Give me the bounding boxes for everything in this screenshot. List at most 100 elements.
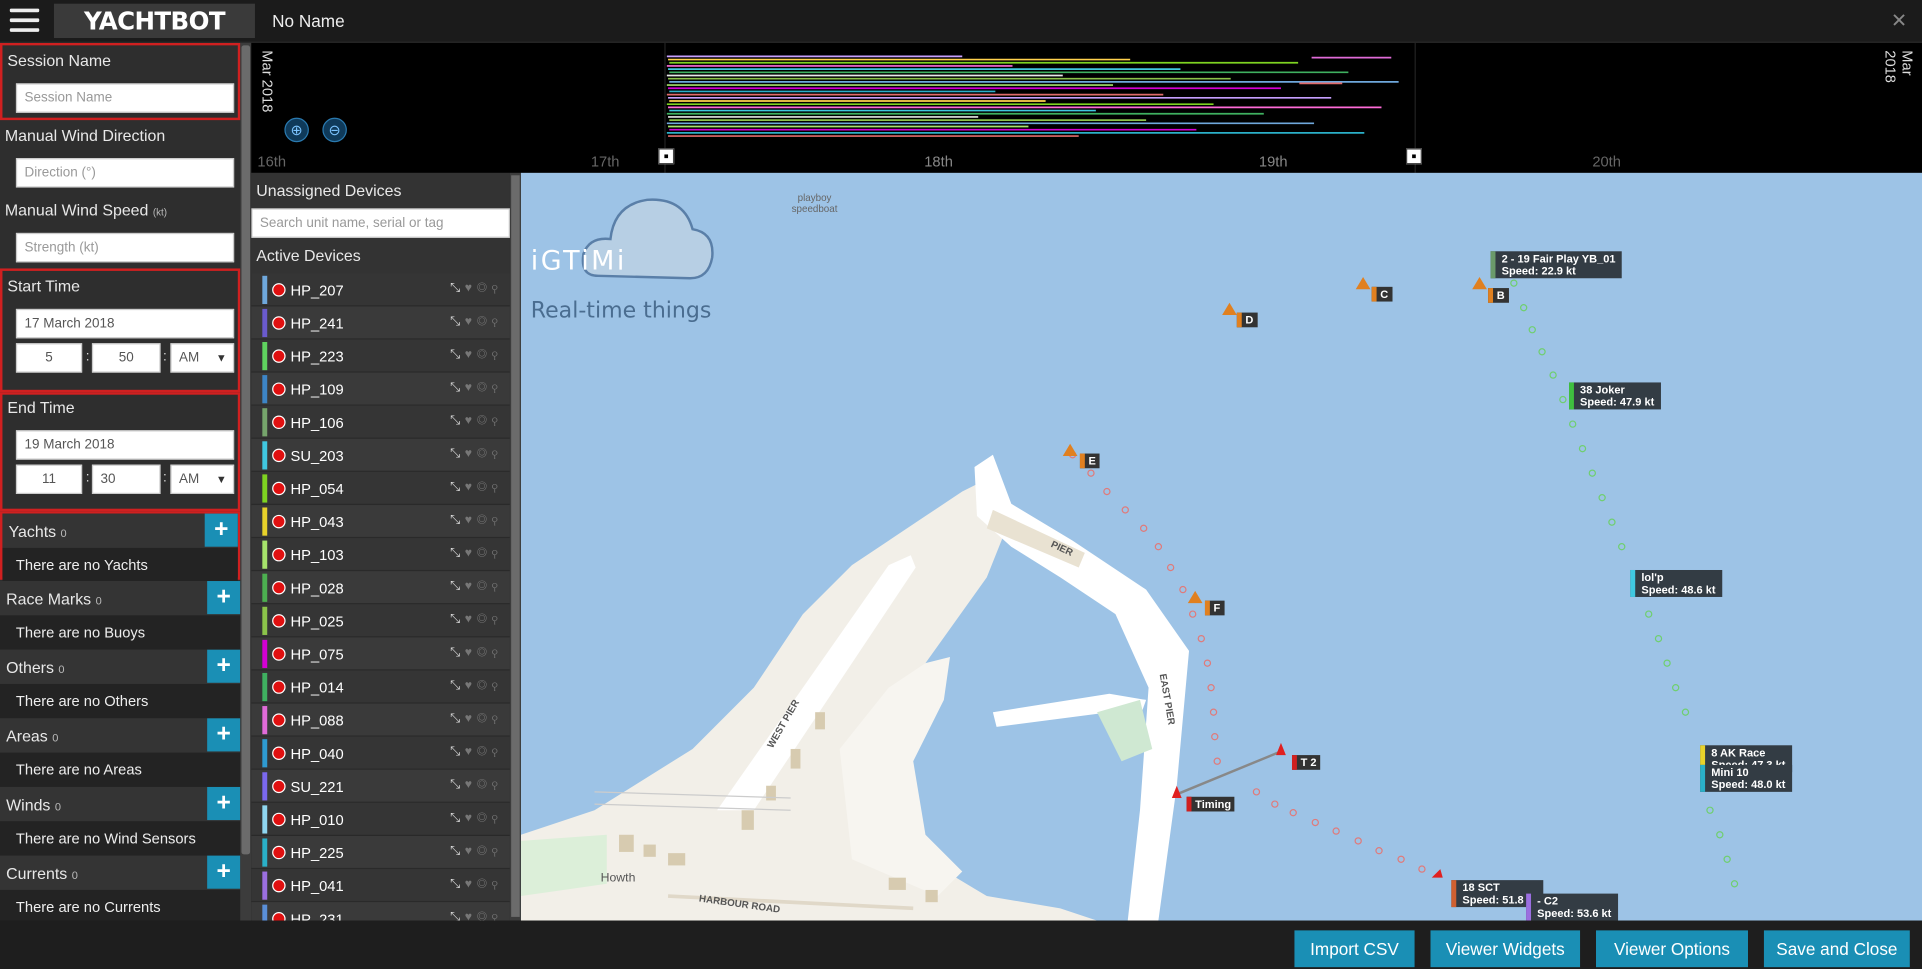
timeline-end-handle[interactable] [1405,148,1422,165]
link-icon[interactable]: ⤡ [450,845,465,858]
link-icon[interactable]: ⤡ [450,315,465,328]
target-icon[interactable]: ◎ [477,447,492,460]
device-row[interactable]: HP_207 ⤡♥◎⚲ [251,273,510,307]
link-icon[interactable]: ⤡ [450,911,465,921]
device-row[interactable]: HP_054 ⤡♥◎⚲ [251,471,510,506]
link-icon[interactable]: ⤡ [450,447,465,460]
device-row[interactable]: HP_025 ⤡♥◎⚲ [251,604,510,638]
pin-icon[interactable]: ⚲ [492,315,503,328]
pin-icon[interactable]: ⚲ [492,547,503,560]
start-minute-input[interactable]: 50 [91,343,161,373]
mark-timing[interactable]: Timing [1186,796,1235,812]
pin-icon[interactable]: ⚲ [492,348,503,361]
add-race-mark-button[interactable]: + [207,581,241,615]
link-icon[interactable]: ⤡ [450,646,465,659]
pin-icon[interactable]: ⚲ [492,613,503,626]
heart-icon[interactable]: ♥ [465,811,477,824]
session-name-input[interactable]: Session Name [15,83,235,113]
pin-icon[interactable]: ⚲ [492,282,503,295]
mark-d[interactable]: D [1236,312,1258,328]
link-icon[interactable]: ⤡ [450,348,465,361]
import-csv-button[interactable]: Import CSV [1294,930,1415,968]
target-icon[interactable]: ◎ [477,712,492,725]
boat-c2[interactable]: - C2 Speed: 53.6 kt [1526,893,1618,921]
pin-icon[interactable]: ⚲ [492,447,503,460]
link-icon[interactable]: ⤡ [450,745,465,758]
pin-icon[interactable]: ⚲ [492,514,503,527]
device-row[interactable]: HP_088 ⤡♥◎⚲ [251,703,510,737]
target-icon[interactable]: ◎ [477,282,492,295]
device-row[interactable]: HP_106 ⤡♥◎⚲ [251,405,510,439]
link-icon[interactable]: ⤡ [450,547,465,560]
target-icon[interactable]: ◎ [477,381,492,394]
target-icon[interactable]: ◎ [477,646,492,659]
mark-c[interactable]: C [1371,286,1392,302]
heart-icon[interactable]: ♥ [465,878,477,891]
boat-fair-play[interactable]: 2 - 19 Fair Play YB_01 Speed: 22.9 kt [1490,251,1622,279]
wind-direction-input[interactable]: Direction (°) [15,158,235,188]
pin-icon[interactable]: ⚲ [492,481,503,494]
heart-icon[interactable]: ♥ [465,414,477,427]
heart-icon[interactable]: ♥ [465,547,477,560]
heart-icon[interactable]: ♥ [465,845,477,858]
pin-icon[interactable]: ⚲ [492,646,503,659]
timeline-start-handle[interactable] [658,148,675,165]
boat-mini-10[interactable]: Mini 10 Speed: 48.0 kt [1700,764,1792,792]
device-row[interactable]: HP_041 ⤡♥◎⚲ [251,869,510,903]
menu-icon[interactable] [9,8,40,34]
heart-icon[interactable]: ♥ [465,646,477,659]
target-icon[interactable]: ◎ [477,613,492,626]
pin-icon[interactable]: ⚲ [492,811,503,824]
end-minute-input[interactable]: 30 [91,464,161,494]
start-date-input[interactable]: 17 March 2018 [15,308,235,339]
link-icon[interactable]: ⤡ [450,282,465,295]
heart-icon[interactable]: ♥ [465,315,477,328]
link-icon[interactable]: ⤡ [450,878,465,891]
device-row[interactable]: HP_231 ⤡♥◎⚲ [251,902,510,921]
save-and-close-button[interactable]: Save and Close [1763,930,1910,968]
heart-icon[interactable]: ♥ [465,745,477,758]
link-icon[interactable]: ⤡ [450,580,465,593]
device-row[interactable]: HP_010 ⤡♥◎⚲ [251,802,510,836]
pin-icon[interactable]: ⚲ [492,679,503,692]
device-row[interactable]: HP_040 ⤡♥◎⚲ [251,736,510,770]
mark-f[interactable]: F [1204,600,1224,616]
link-icon[interactable]: ⤡ [450,381,465,394]
heart-icon[interactable]: ♥ [465,381,477,394]
link-icon[interactable]: ⤡ [450,613,465,626]
pin-icon[interactable]: ⚲ [492,878,503,891]
heart-icon[interactable]: ♥ [465,447,477,460]
add-current-button[interactable]: + [207,855,241,889]
target-icon[interactable]: ◎ [477,481,492,494]
target-icon[interactable]: ◎ [477,315,492,328]
viewer-options-button[interactable]: Viewer Options [1595,930,1748,968]
pin-icon[interactable]: ⚲ [492,580,503,593]
target-icon[interactable]: ◎ [477,514,492,527]
target-icon[interactable]: ◎ [477,348,492,361]
device-row[interactable]: HP_241 ⤡♥◎⚲ [251,306,510,340]
device-row[interactable]: SU_203 ⤡♥◎⚲ [251,438,510,472]
pin-icon[interactable]: ⚲ [492,712,503,725]
link-icon[interactable]: ⤡ [450,811,465,824]
map-view[interactable]: iGTiMi Real-time things playboy speedboa… [520,172,1922,921]
boat-lolp[interactable]: lol'p Speed: 48.6 kt [1630,569,1722,597]
heart-icon[interactable]: ♥ [465,514,477,527]
mark-t2[interactable]: T 2 [1291,755,1321,770]
link-icon[interactable]: ⤡ [450,414,465,427]
wind-speed-input[interactable]: Strength (kt) [15,232,235,263]
device-row[interactable]: HP_014 ⤡♥◎⚲ [251,670,510,704]
link-icon[interactable]: ⤡ [450,679,465,692]
add-area-button[interactable]: + [207,718,241,752]
timeline[interactable]: Mar 2018 Mar 2018 ⊕ ⊖ 16th 17th 18th 19t… [251,42,1922,173]
link-icon[interactable]: ⤡ [450,712,465,725]
target-icon[interactable]: ◎ [477,745,492,758]
heart-icon[interactable]: ♥ [465,778,477,791]
heart-icon[interactable]: ♥ [465,348,477,361]
device-row[interactable]: HP_043 ⤡♥◎⚲ [251,505,510,539]
end-hour-input[interactable]: 11 [15,464,83,494]
target-icon[interactable]: ◎ [477,547,492,560]
pin-icon[interactable]: ⚲ [492,745,503,758]
target-icon[interactable]: ◎ [477,580,492,593]
pin-icon[interactable]: ⚲ [492,911,503,921]
heart-icon[interactable]: ♥ [465,481,477,494]
